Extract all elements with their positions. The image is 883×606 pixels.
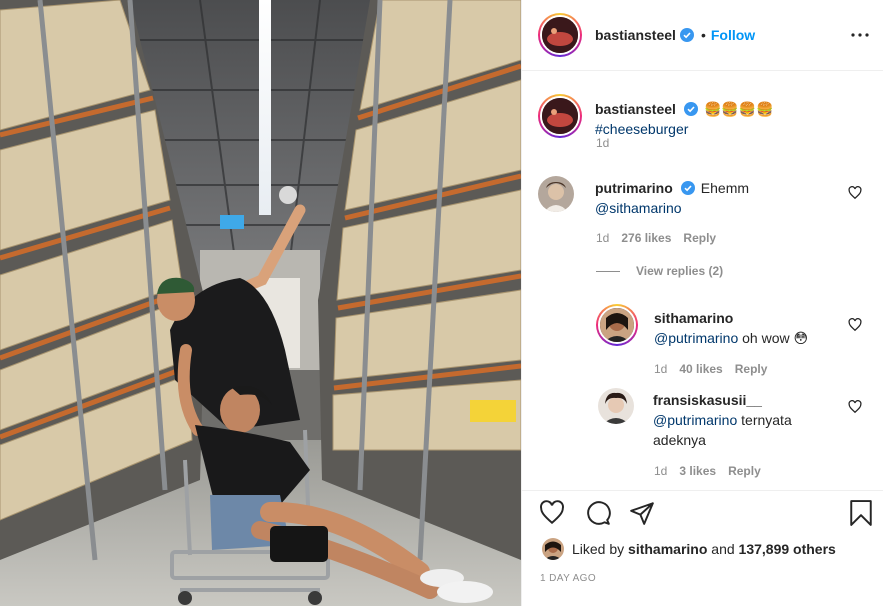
reply-button[interactable]: Reply: [735, 362, 768, 376]
heart-icon[interactable]: [848, 186, 862, 200]
verified-icon: [679, 28, 694, 42]
liked-by-avatar[interactable]: [542, 538, 564, 560]
reply-mention[interactable]: @putrimarino: [653, 412, 737, 428]
post-actions: Liked by sithamarino and 137,899 others …: [522, 490, 883, 606]
liked-by-count[interactable]: 137,899 others: [739, 541, 836, 557]
comment-mention[interactable]: @sithamarino: [595, 200, 682, 216]
bookmark-icon[interactable]: [847, 499, 875, 527]
reply-avatar[interactable]: [598, 388, 634, 424]
reply-item: fransiskasusii__ @putrimarino ternyata a…: [598, 388, 838, 450]
liked-by-middle: and: [711, 541, 735, 557]
instagram-post: bastiansteel • Follow bastiansteel 🍔🍔🍔🍔 #…: [0, 0, 883, 606]
commenter-avatar[interactable]: [538, 176, 574, 212]
post-details-panel: bastiansteel • Follow bastiansteel 🍔🍔🍔🍔 #…: [521, 0, 883, 606]
comment-meta: 1d 276 likes Reply: [596, 231, 716, 245]
comment-text: Ehemm: [700, 180, 750, 196]
reply-likes[interactable]: 40 likes: [679, 362, 722, 376]
verified-icon: [680, 181, 695, 195]
reply-text: oh wow 😳: [742, 330, 809, 346]
caption-meta: 1d: [596, 136, 609, 150]
heart-icon[interactable]: [848, 400, 862, 414]
hashtag-link[interactable]: #cheeseburger: [595, 121, 688, 137]
separator-dot: •: [700, 27, 706, 43]
reply-meta: 1d 40 likes Reply: [654, 362, 767, 376]
comment-time[interactable]: 1d: [596, 231, 609, 245]
warehouse-photo-illustration: [0, 0, 521, 606]
author-username[interactable]: bastiansteel: [595, 27, 676, 43]
commenter-username[interactable]: putrimarino: [595, 180, 673, 196]
replies-divider: [596, 270, 620, 272]
caption: bastiansteel 🍔🍔🍔🍔 #cheeseburger: [538, 94, 865, 139]
comment-likes[interactable]: 276 likes: [621, 231, 671, 245]
heart-icon[interactable]: [538, 499, 566, 527]
share-icon[interactable]: [628, 499, 656, 527]
caption-avatar[interactable]: [538, 94, 582, 138]
liked-by-user[interactable]: sithamarino: [628, 541, 707, 557]
reply-meta: 1d 3 likes Reply: [654, 464, 761, 478]
reply-time[interactable]: 1d: [654, 362, 667, 376]
reply-likes[interactable]: 3 likes: [679, 464, 716, 478]
caption-username[interactable]: bastiansteel: [595, 101, 676, 117]
caption-emoji: 🍔🍔🍔🍔: [703, 101, 774, 117]
verified-icon: [683, 102, 698, 116]
author-avatar[interactable]: [538, 13, 582, 57]
post-header: bastiansteel • Follow: [522, 0, 883, 71]
reply-avatar[interactable]: [596, 304, 638, 346]
reply-username[interactable]: sithamarino: [654, 310, 733, 326]
reply-item: sithamarino @putrimarino oh wow 😳: [596, 304, 834, 348]
view-replies-button[interactable]: View replies (2): [596, 264, 723, 278]
post-photo[interactable]: [0, 0, 521, 606]
reply-username[interactable]: fransiskasusii__: [653, 392, 762, 408]
heart-icon[interactable]: [848, 318, 862, 332]
reply-button[interactable]: Reply: [728, 464, 761, 478]
caption-time[interactable]: 1d: [596, 136, 609, 150]
reply-mention[interactable]: @putrimarino: [654, 330, 738, 346]
more-icon[interactable]: [849, 24, 871, 46]
liked-by-prefix: Liked by: [572, 541, 625, 557]
comment-item: putrimarino Ehemm @sithamarino: [538, 176, 815, 218]
reply-button[interactable]: Reply: [683, 231, 716, 245]
comments-section[interactable]: bastiansteel 🍔🍔🍔🍔 #cheeseburger 1d putrim…: [522, 72, 883, 490]
reply-time[interactable]: 1d: [654, 464, 667, 478]
liked-by[interactable]: Liked by sithamarino and 137,899 others: [542, 538, 836, 560]
follow-button[interactable]: Follow: [711, 27, 755, 43]
view-replies-label: View replies (2): [636, 264, 724, 278]
post-timestamp[interactable]: 1 DAY AGO: [540, 573, 596, 584]
comment-icon[interactable]: [584, 499, 612, 527]
